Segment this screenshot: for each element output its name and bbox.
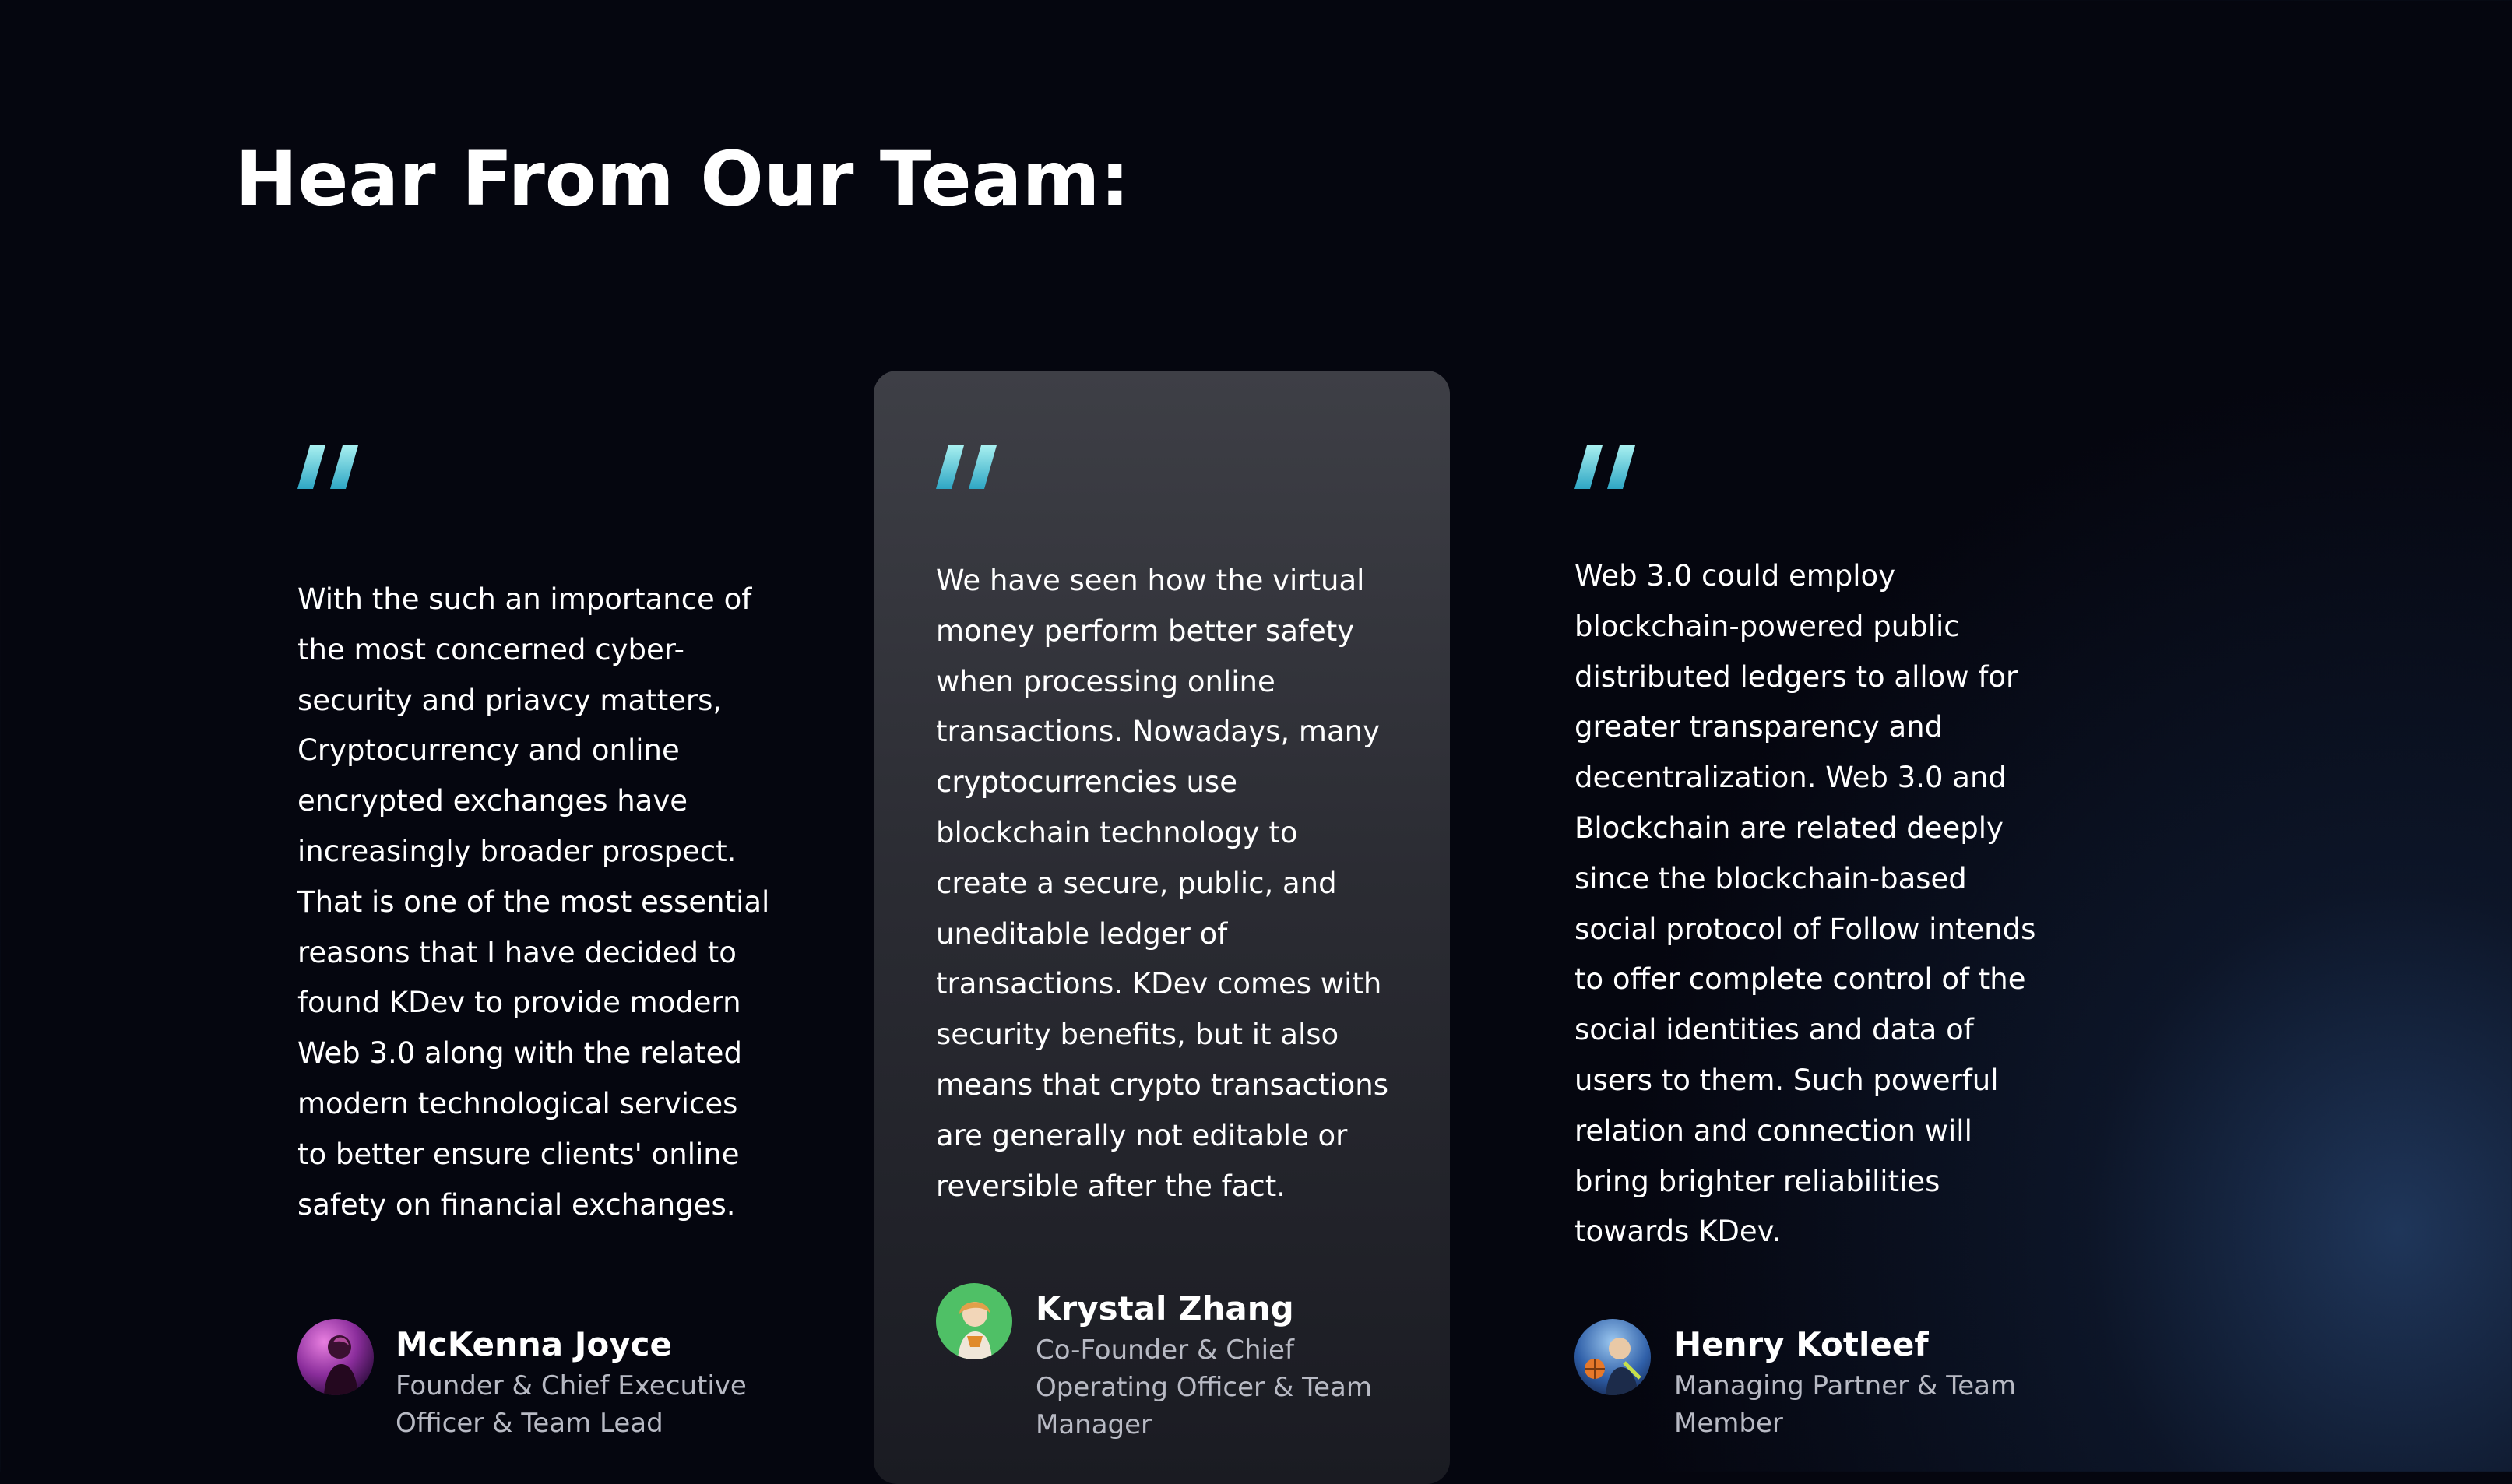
avatar (936, 1283, 1012, 1359)
quote-line: relation and connection will (1574, 1113, 1972, 1148)
quote-line: With the such an importance of (297, 582, 752, 616)
quote-mark-icon (297, 445, 368, 492)
quote-line: distributed ledgers to allow for (1574, 659, 2018, 694)
quote-line: uneditable ledger of (936, 916, 1228, 951)
quote-line: since the blockchain-based (1574, 861, 1967, 895)
quote-line: towards KDev. (1574, 1215, 1782, 1249)
author-role: Co-Founder & Chief Operating Officer & T… (1036, 1331, 1372, 1444)
testimonial-card-3: Web 3.0 could employ blockchain-powered … (1574, 371, 2151, 1461)
quote-line: the most concerned cyber- (297, 632, 684, 666)
quote-line: We have seen how the virtual (936, 564, 1365, 597)
author-name: Henry Kotleef (1674, 1325, 1929, 1363)
quote-line: That is one of the most essential (297, 884, 770, 919)
quote-line: users to them. Such powerful (1574, 1063, 1999, 1097)
quote-line: create a secure, public, and (936, 866, 1337, 900)
avatar (1574, 1319, 1651, 1395)
author-role: Founder & Chief Executive Officer & Team… (396, 1367, 747, 1442)
author-role: Managing Partner & Team Member (1674, 1367, 2016, 1442)
quote-line: are generally not editable or (936, 1118, 1348, 1152)
quote-line: blockchain-powered public (1574, 609, 1960, 643)
quote-line: Cryptocurrency and online (297, 733, 680, 768)
author-name: McKenna Joyce (396, 1325, 672, 1363)
testimonial-card-2: We have seen how the virtual money perfo… (874, 371, 1450, 1484)
quote-mark-icon (1574, 445, 1645, 492)
author-name: Krystal Zhang (1036, 1289, 1294, 1328)
role-line: Co-Founder & Chief (1036, 1335, 1294, 1366)
quote-line: to better ensure clients' online (297, 1137, 740, 1171)
quote-line: Web 3.0 could employ (1574, 559, 1896, 593)
role-line: Operating Officer & Team (1036, 1372, 1373, 1403)
quote-line: money perform better safety (936, 614, 1355, 648)
quote-line: means that crypto transactions (936, 1067, 1388, 1102)
quote-line: decentralization. Web 3.0 and (1574, 761, 2007, 795)
role-line: Member (1674, 1408, 1783, 1439)
quote-line: social identities and data of (1574, 1013, 1974, 1047)
testimonial-quote: With the such an importance of the most … (297, 575, 780, 1230)
quote-line: increasingly broader prospect. (297, 834, 737, 868)
testimonial-quote: Web 3.0 could employ blockchain-powered … (1574, 551, 2057, 1257)
quote-line: security benefits, but it also (936, 1018, 1339, 1052)
quote-line: social protocol of Follow intends (1574, 912, 2036, 946)
quote-line: reversible after the fact. (936, 1169, 1286, 1203)
quote-line: safety on financial exchanges. (297, 1187, 736, 1222)
quote-line: transactions. KDev comes with (936, 967, 1382, 1001)
role-line: Founder & Chief Executive (396, 1370, 747, 1401)
quote-line: modern technological services (297, 1086, 738, 1120)
quote-line: Blockchain are related deeply (1574, 811, 2004, 845)
testimonial-quote: We have seen how the virtual money perfo… (936, 556, 1419, 1211)
quote-line: cryptocurrencies use (936, 765, 1237, 800)
quote-line: blockchain technology to (936, 815, 1298, 849)
quote-mark-icon (936, 445, 1006, 492)
quote-line: transactions. Nowadays, many (936, 715, 1380, 749)
quote-line: reasons that I have decided to (297, 935, 737, 969)
role-line: Managing Partner & Team (1674, 1370, 2017, 1401)
quote-line: Web 3.0 along with the related (297, 1036, 742, 1071)
role-line: Manager (1036, 1409, 1152, 1440)
role-line: Officer & Team Lead (396, 1408, 663, 1439)
testimonial-card-1: With the such an importance of the most … (297, 371, 874, 1461)
quote-line: when processing online (936, 664, 1275, 698)
avatar (297, 1319, 374, 1395)
quote-line: security and priavcy matters, (297, 683, 723, 717)
quote-line: encrypted exchanges have (297, 784, 688, 818)
quote-line: bring brighter reliabilities (1574, 1164, 1940, 1198)
quote-line: found KDev to provide modern (297, 986, 741, 1020)
quote-line: greater transparency and (1574, 710, 1944, 744)
quote-line: to offer complete control of the (1574, 962, 2026, 997)
section-title: Hear From Our Team: (235, 135, 1130, 223)
